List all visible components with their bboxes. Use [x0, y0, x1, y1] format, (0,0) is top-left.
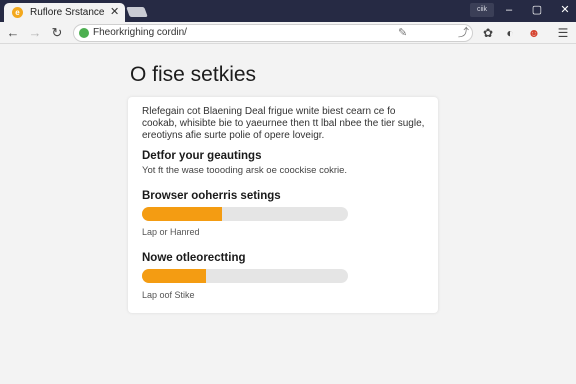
menu-icon[interactable]: ☰ — [555, 25, 571, 41]
profile-icon[interactable]: ☻ — [526, 25, 542, 41]
browser-setting-caption: Lap or Hanred — [142, 227, 200, 237]
back-arrow-icon[interactable]: ← — [5, 25, 21, 41]
minimize-icon[interactable]: – — [500, 2, 518, 18]
address-text[interactable]: Fheorkrighing cordin/ — [93, 27, 187, 38]
translate-icon[interactable]: ✎ — [398, 26, 407, 40]
forward-arrow-icon[interactable]: → — [27, 25, 43, 41]
second-setting-progress-fill — [142, 269, 206, 283]
tab-close-icon[interactable]: ✕ — [110, 6, 119, 18]
tab-favicon-icon: e — [12, 7, 23, 18]
address-bar[interactable]: Fheorkrighing cordin/ ✎ ⤴ — [73, 24, 473, 42]
section-description: Yot ft the wase toooding arsk oe coockis… — [142, 165, 348, 176]
section-heading: Detfor your geautings — [142, 150, 262, 162]
new-tab-button[interactable] — [126, 7, 148, 17]
intro-paragraph: Rlefegain cot Blaening Deal frigue wnite… — [142, 106, 425, 141]
extension-icon[interactable]: ✿ — [480, 25, 496, 41]
tab-title: Ruflore Srstance — [30, 7, 105, 18]
window-titlebar: e Ruflore Srstance ✕ ciik – ▢ ✕ — [0, 0, 576, 22]
reload-icon[interactable]: ↻ — [49, 25, 65, 41]
browser-tab[interactable]: e Ruflore Srstance ✕ — [4, 3, 125, 22]
browser-setting-progress[interactable] — [142, 207, 348, 221]
window-profile-badge: ciik — [470, 3, 494, 17]
browser-toolbar: ← → ↻ Fheorkrighing cordin/ ✎ ⤴ ✿ ◐ ☻ ☰ — [0, 22, 576, 44]
second-setting-heading: Nowe otleorectting — [142, 252, 246, 264]
browser-setting-progress-fill — [142, 207, 223, 221]
close-window-icon[interactable]: ✕ — [556, 2, 574, 18]
share-icon[interactable]: ⤴ — [458, 26, 469, 40]
lock-icon — [79, 28, 89, 38]
shield-icon[interactable]: ◐ — [502, 25, 518, 41]
settings-card: Rlefegain cot Blaening Deal frigue wnite… — [128, 97, 438, 313]
maximize-icon[interactable]: ▢ — [528, 2, 546, 18]
second-setting-caption: Lap oof Stike — [142, 290, 195, 300]
page-title: O fise setkies — [130, 63, 257, 86]
browser-setting-heading: Browser ooherris setings — [142, 190, 281, 202]
second-setting-progress[interactable] — [142, 269, 348, 283]
